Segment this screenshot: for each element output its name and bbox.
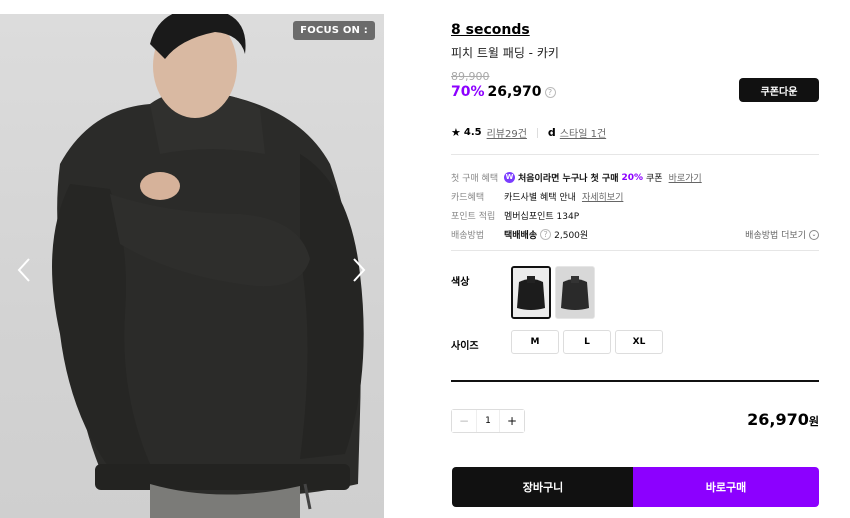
prev-image-arrow-icon[interactable] xyxy=(12,257,36,283)
first-purchase-row: 첫 구매 혜택 W 처음이라면 누구나 첫 구매 20% 쿠폰 바로가기 xyxy=(451,168,819,187)
product-name: 피치 트윌 패딩 - 카키 xyxy=(451,46,559,60)
size-option-xl[interactable]: XL xyxy=(615,330,663,354)
focus-on-badge[interactable]: FOCUS ON : xyxy=(293,21,375,40)
shipping-row: 배송방법 택배배송 ? 2,500원 배송방법 더보기 ⌄ xyxy=(451,225,819,244)
section-divider xyxy=(451,380,819,382)
color-label: 색상 xyxy=(451,277,470,288)
first-purchase-link[interactable]: 바로가기 xyxy=(669,171,702,184)
membership-icon: W xyxy=(504,172,515,183)
quantity-minus-button[interactable]: − xyxy=(452,410,476,432)
product-photo xyxy=(52,14,364,518)
sale-price: 26,970 xyxy=(487,84,542,100)
chevron-down-icon: ⌄ xyxy=(809,229,819,240)
point-row: 포인트 적립 멤버십포인트 134P xyxy=(451,206,819,225)
total-price-unit: 원 xyxy=(808,415,819,428)
add-to-cart-button[interactable]: 장바구니 xyxy=(452,467,634,507)
original-price: 89,900 xyxy=(451,70,490,83)
size-label: 사이즈 xyxy=(451,341,479,352)
total-price-value: 26,970 xyxy=(747,410,809,429)
shipping-more-link[interactable]: 배송방법 더보기 ⌄ xyxy=(745,228,819,241)
color-swatch-alt[interactable] xyxy=(555,266,595,319)
rating-row: ★ 4.5 리뷰29건 d 스타일 1건 xyxy=(451,125,606,140)
next-image-arrow-icon[interactable] xyxy=(347,257,371,283)
size-option-m[interactable]: M xyxy=(511,330,559,354)
style-count-link[interactable]: 스타일 1건 xyxy=(560,125,606,140)
size-option-l[interactable]: L xyxy=(563,330,611,354)
shipping-value: 택배배송 ? 2,500원 xyxy=(504,228,588,241)
benefit-key: 배송방법 xyxy=(451,231,485,241)
review-count-link[interactable]: 리뷰29건 xyxy=(487,125,527,140)
first-purchase-percent: 20% xyxy=(621,172,644,183)
color-swatch-selected[interactable] xyxy=(511,266,551,319)
shipping-more-label: 배송방법 더보기 xyxy=(745,231,806,241)
style-icon: d xyxy=(547,126,556,139)
divider xyxy=(451,250,819,251)
brand-link[interactable]: 8 seconds xyxy=(451,22,530,38)
benefit-key: 카드혜택 xyxy=(451,193,485,203)
card-benefit-text: 카드사별 혜택 안내 xyxy=(504,193,576,203)
benefit-value: W 처음이라면 누구나 첫 구매 20% 쿠폰 바로가기 xyxy=(504,171,702,184)
price-help-icon[interactable]: ? xyxy=(544,86,556,98)
shipping-fee: 2,500원 xyxy=(554,231,589,241)
price-row: 70% 26,970 ? xyxy=(451,84,556,100)
benefit-value: 카드사별 혜택 안내 자세히보기 xyxy=(504,190,623,203)
quantity-plus-button[interactable]: + xyxy=(500,410,524,432)
shipping-method: 택배배송 xyxy=(504,231,538,241)
product-image-gallery[interactable]: FOCUS ON : xyxy=(0,14,384,518)
shipping-help-icon[interactable]: ? xyxy=(540,229,552,240)
star-icon: ★ xyxy=(451,126,461,139)
first-purchase-text: 처음이라면 누구나 첫 구매 xyxy=(518,174,619,184)
rating-score: 4.5 xyxy=(463,127,482,138)
card-detail-link[interactable]: 자세히보기 xyxy=(582,190,623,203)
divider xyxy=(536,127,538,138)
buy-now-button[interactable]: 바로구매 xyxy=(633,467,819,507)
point-value: 멤버십포인트 134P xyxy=(504,212,580,222)
quantity-value[interactable]: 1 xyxy=(476,410,500,432)
benefits-list: 첫 구매 혜택 W 처음이라면 누구나 첫 구매 20% 쿠폰 바로가기 카드혜… xyxy=(451,168,819,244)
discount-rate: 70% xyxy=(451,84,485,100)
benefit-key: 포인트 적립 xyxy=(451,212,496,222)
coupon-word: 쿠폰 xyxy=(646,174,663,184)
divider xyxy=(451,154,819,155)
quantity-stepper: − 1 + xyxy=(451,409,525,433)
total-price: 26,970 원 xyxy=(747,410,819,429)
benefit-key: 첫 구매 혜택 xyxy=(451,174,499,184)
card-benefit-row: 카드혜택 카드사별 혜택 안내 자세히보기 xyxy=(451,187,819,206)
coupon-download-button[interactable]: 쿠폰다운 xyxy=(739,78,819,102)
